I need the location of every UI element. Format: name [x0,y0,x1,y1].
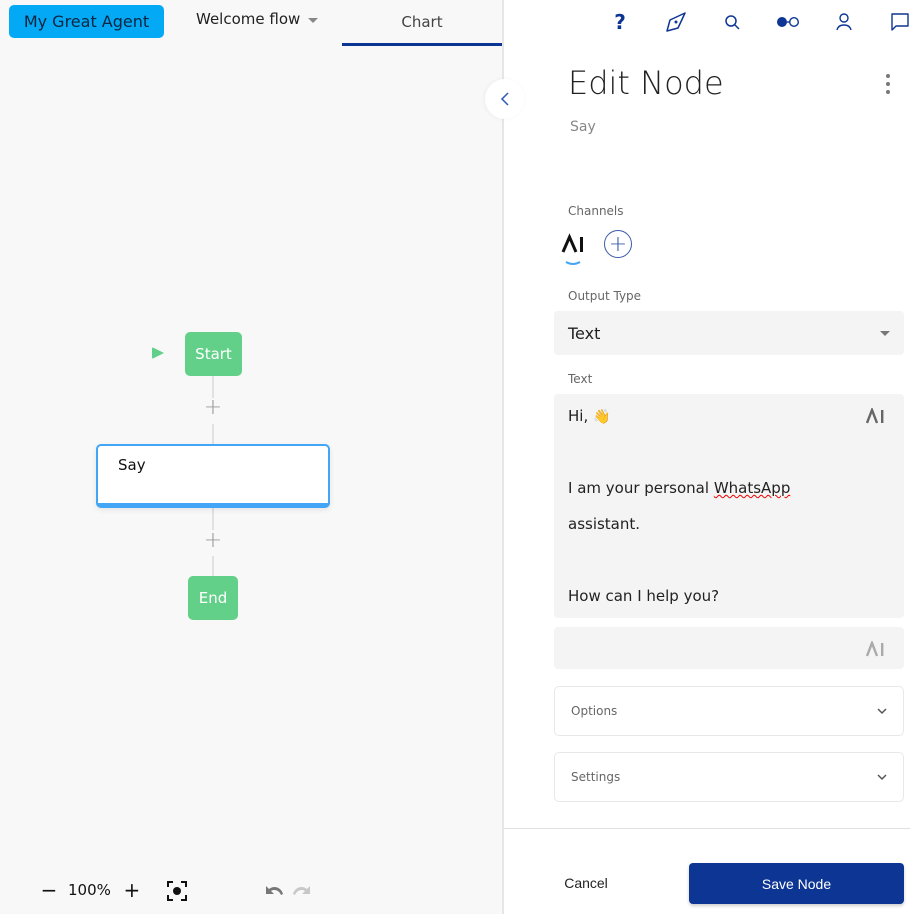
caret-down-icon [880,330,890,336]
agent-name-button[interactable]: My Great Agent [9,5,164,38]
text-line [568,442,890,478]
collapse-panel-button[interactable] [485,79,525,119]
cancel-button[interactable]: Cancel [556,866,616,900]
undo-icon[interactable] [261,882,285,900]
edit-node-panel: ? Edit Node Say Channels + Output Type T… [502,0,910,914]
compass-icon[interactable] [648,8,704,36]
play-icon[interactable] [152,347,164,359]
more-options-icon[interactable] [882,74,894,94]
node-type-subtitle: Say [570,119,596,135]
options-accordion[interactable]: Options [554,686,904,736]
page-title: Edit Node [568,64,724,102]
connector-line [212,508,214,530]
waving-hand-emoji: 👋 [592,409,611,425]
options-label: Options [571,704,618,718]
toggle-icon[interactable] [760,8,816,36]
add-node-button[interactable]: + [203,397,223,419]
connector-line [212,424,214,444]
footer-divider [504,828,910,829]
node-say[interactable]: Say [96,444,330,508]
misspelled-word: WhatsApp [713,479,791,497]
node-end[interactable]: End [188,576,238,620]
secondary-text-input[interactable] [554,627,904,669]
chevron-down-icon [877,708,887,715]
channel-ai-icon[interactable] [561,232,589,266]
user-icon[interactable] [816,8,872,36]
zoom-level: 100% [68,881,111,899]
caret-down-icon [308,17,319,23]
chevron-down-icon [877,774,887,781]
flow-name: Welcome flow [196,10,301,28]
flow-canvas[interactable]: My Great Agent Welcome flow Chart + + St… [0,0,502,914]
connector-line [212,556,214,576]
settings-label: Settings [571,770,621,784]
text-line: assistant. [568,515,641,533]
add-node-button[interactable]: + [203,530,223,552]
add-channel-button[interactable]: + [604,230,632,258]
zoom-in-button[interactable]: + [123,878,141,902]
text-line [568,550,890,586]
tab-chart[interactable]: Chart [342,0,502,46]
text-line: I am your personal WhatsApp [568,479,791,497]
text-line: How can I help you? [568,587,720,605]
text-editor[interactable]: Hi, 👋 I am your personal WhatsApp assist… [554,394,904,618]
output-type-value: Text [568,323,601,343]
help-icon[interactable]: ? [592,8,648,36]
save-node-button[interactable]: Save Node [689,863,904,904]
text-line: Hi, 👋 [568,407,611,425]
settings-accordion[interactable]: Settings [554,752,904,802]
zoom-out-button[interactable]: − [40,878,58,902]
text-label: Text [568,372,593,386]
node-say-label: Say [118,456,146,474]
ai-generate-icon[interactable] [866,408,886,424]
chevron-left-icon [500,92,509,106]
top-toolbar: ? [592,8,910,36]
center-focus-icon[interactable] [167,881,187,901]
zoom-controls: − 100% + [40,878,141,902]
flow-selector[interactable]: Welcome flow [196,10,319,28]
ai-generate-icon[interactable] [866,641,886,657]
output-type-select[interactable]: Text [554,311,904,355]
node-start[interactable]: Start [185,332,242,376]
output-type-label: Output Type [568,289,642,303]
channels-label: Channels [568,204,624,218]
redo-icon[interactable] [291,882,315,900]
chat-icon[interactable] [872,8,910,36]
search-icon[interactable] [704,8,760,36]
